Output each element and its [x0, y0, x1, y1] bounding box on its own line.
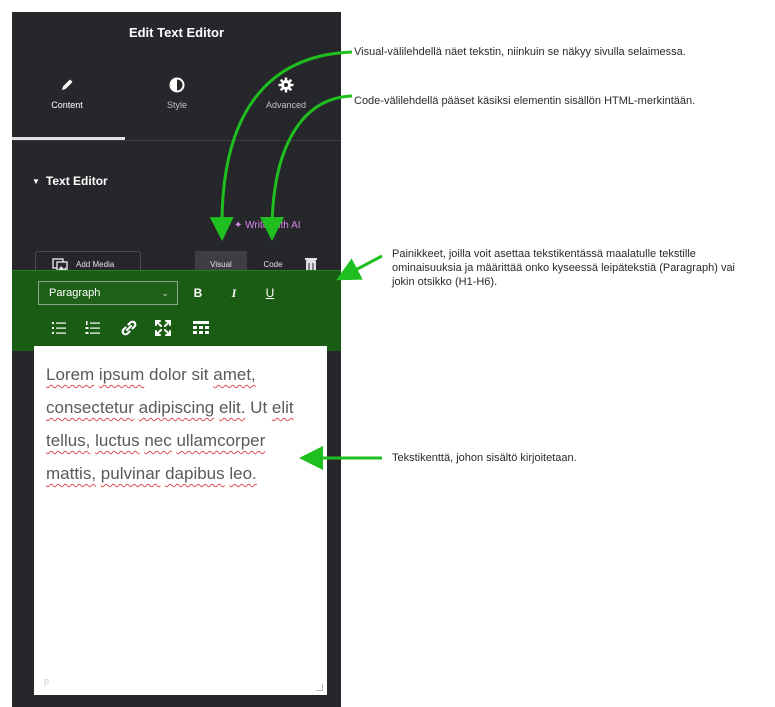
- annotation-toolbar: Painikkeet, joilla voit asettaa tekstike…: [392, 248, 736, 288]
- annotation-code: Code-välilehdellä pääset käsiksi element…: [354, 95, 696, 107]
- annotation-visual: Visual-välilehdellä näet tekstin, niinku…: [354, 46, 686, 58]
- arrow-toolbar: [336, 254, 383, 281]
- arrow-code: [260, 94, 353, 241]
- annotation-editor: Tekstikenttä, johon sisältö kirjoitetaan…: [392, 452, 577, 464]
